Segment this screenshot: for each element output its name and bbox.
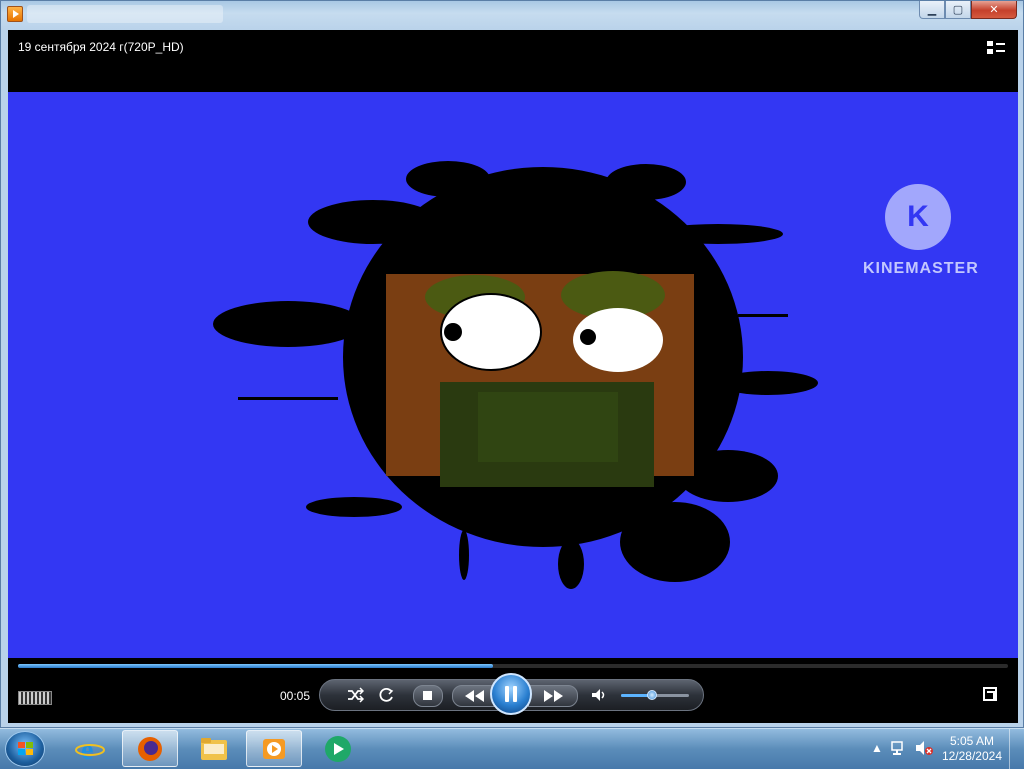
video-frame[interactable]: K KINEMASTER: [8, 92, 1018, 658]
window-controls: ▁ ▢ ✕: [919, 1, 1017, 21]
volume-muted-icon[interactable]: [914, 739, 934, 757]
shuffle-icon[interactable]: [346, 685, 364, 705]
media-player-window: ▁ ▢ ✕ 19 сентября 2024 г(720P_HD) K KINE…: [0, 0, 1024, 728]
stop-icon: [423, 691, 432, 700]
svg-text:e: e: [81, 735, 93, 764]
fast-forward-icon: [544, 690, 563, 702]
video-title: 19 сентября 2024 г(720P_HD): [18, 40, 184, 54]
show-hidden-icons-icon[interactable]: ▲: [871, 741, 883, 755]
switch-to-library-icon[interactable]: [986, 40, 1006, 56]
media-center-icon: [325, 735, 351, 762]
transport-controls: 00:05: [8, 673, 1018, 717]
volume-slider[interactable]: [621, 690, 689, 700]
pause-icon: [505, 686, 509, 702]
start-button[interactable]: [5, 731, 45, 767]
title-bar[interactable]: ▁ ▢ ✕: [1, 1, 1023, 25]
media-player-app-icon[interactable]: [7, 6, 23, 22]
blurred-title: [27, 5, 223, 23]
kinemaster-watermark: K KINEMASTER: [863, 184, 979, 278]
firefox-icon: [138, 736, 162, 761]
taskbar-internet-explorer[interactable]: e: [62, 730, 118, 767]
player-area: 19 сентября 2024 г(720P_HD) K KINEMASTER…: [8, 30, 1018, 723]
volume-knob[interactable]: [646, 690, 657, 700]
clock-date: 12/28/2024: [941, 749, 1002, 763]
internet-explorer-icon: e: [75, 735, 105, 764]
network-icon[interactable]: [890, 739, 908, 757]
taskbar-windows-explorer[interactable]: [186, 730, 242, 767]
clock-time: 5:05 AM: [949, 734, 994, 748]
tray-clock[interactable]: 5:05 AM 12/28/2024: [942, 734, 1002, 764]
fullscreen-icon[interactable]: [983, 687, 997, 701]
maximize-button[interactable]: ▢: [945, 1, 971, 19]
windows-logo-icon: [18, 742, 33, 755]
taskbar-windows-media-center[interactable]: [310, 730, 366, 767]
speaker-icon[interactable]: [590, 685, 608, 705]
kinemaster-logo: K: [885, 184, 951, 250]
play-pause-button[interactable]: [490, 673, 532, 715]
video-content: [213, 161, 818, 589]
next-button[interactable]: [528, 685, 578, 707]
close-button[interactable]: ✕: [971, 1, 1017, 19]
elapsed-time[interactable]: 00:05: [280, 689, 310, 703]
resize-grip-icon[interactable]: [18, 691, 52, 705]
stop-button[interactable]: [413, 685, 443, 707]
minimize-button[interactable]: ▁: [919, 1, 945, 19]
watermark-text: KINEMASTER: [863, 260, 979, 277]
taskbar: e ▲ 5:05 AM 12/28/2024: [0, 728, 1024, 769]
seek-bar[interactable]: [18, 664, 1008, 668]
repeat-icon[interactable]: [377, 685, 395, 705]
taskbar-windows-media-player[interactable]: [246, 730, 302, 767]
media-player-icon: [263, 738, 285, 759]
taskbar-firefox[interactable]: [122, 730, 178, 767]
show-desktop-button[interactable]: [1009, 729, 1024, 769]
folder-icon: [201, 737, 227, 760]
rewind-icon: [465, 690, 484, 702]
seek-progress: [18, 664, 494, 668]
